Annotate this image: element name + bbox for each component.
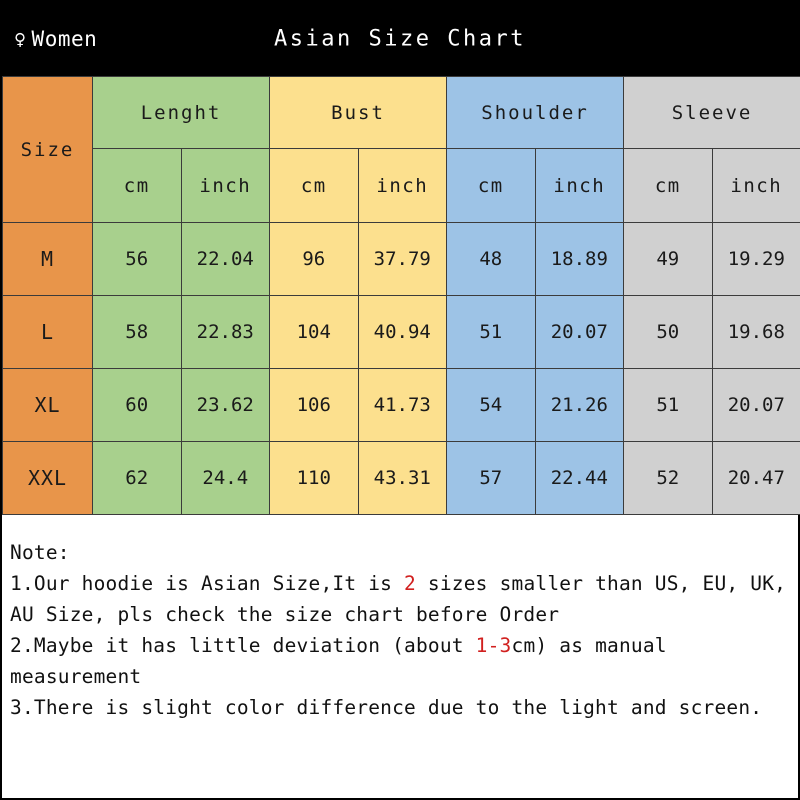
cell-shoulder-cm: 51 — [446, 295, 536, 369]
cell-sleeve-inch: 20.07 — [711, 368, 800, 442]
cell-sleeve-cm: 50 — [623, 295, 713, 369]
note-1-text-a: 1.Our hoodie is Asian Size,It is — [10, 572, 405, 595]
cell-sleeve-cm: 49 — [623, 222, 713, 296]
cell-lenght-inch: 23.62 — [180, 368, 271, 442]
column-header-size: Size — [2, 76, 93, 223]
unit-header-sleeve-inch: inch — [711, 148, 800, 223]
cell-sleeve-inch: 19.68 — [711, 295, 800, 369]
cell-shoulder-inch: 20.07 — [534, 295, 625, 369]
cell-shoulder-cm: 54 — [446, 368, 536, 442]
note-2-text-a: 2.Maybe it has little deviation (about — [10, 634, 476, 657]
row-size-label: M — [2, 222, 93, 296]
cell-sleeve-cm: 51 — [623, 368, 713, 442]
row-size-label: XL — [2, 368, 93, 442]
table-row: XL 60 23.62 106 41.73 54 21.26 51 20.07 — [2, 368, 800, 442]
cell-bust-cm: 104 — [269, 295, 359, 369]
cell-lenght-inch: 22.04 — [180, 222, 271, 296]
cell-shoulder-inch: 18.89 — [534, 222, 625, 296]
cell-lenght-cm: 58 — [92, 295, 182, 369]
chart-banner: ♀ Women Asian Size Chart — [2, 2, 798, 76]
size-table: Size Lenght Bust Shoulder Sleeve cm inch… — [2, 76, 800, 515]
column-group-lenght: Lenght — [91, 76, 271, 149]
cell-bust-inch: 41.73 — [357, 368, 448, 442]
unit-header-shoulder-inch: inch — [534, 148, 625, 223]
notes-section: Note: 1.Our hoodie is Asian Size,It is 2… — [2, 515, 798, 798]
table-row: L 58 22.83 104 40.94 51 20.07 50 19.68 — [2, 295, 800, 369]
cell-sleeve-cm: 52 — [623, 441, 713, 515]
cell-sleeve-inch: 19.29 — [711, 222, 800, 296]
column-group-bust: Bust — [269, 76, 448, 149]
cell-shoulder-cm: 57 — [446, 441, 536, 515]
note-item-2: 2.Maybe it has little deviation (about 1… — [10, 630, 790, 692]
note-heading: Note: — [10, 541, 70, 564]
note-item-3: 3.There is slight color difference due t… — [10, 696, 763, 719]
unit-header-lenght-inch: inch — [180, 148, 271, 223]
cell-lenght-cm: 62 — [92, 441, 182, 515]
cell-bust-inch: 43.31 — [357, 441, 448, 515]
cell-shoulder-inch: 22.44 — [534, 441, 625, 515]
unit-header-sleeve-cm: cm — [623, 148, 713, 223]
table-group-header-row: Size Lenght Bust Shoulder Sleeve — [2, 76, 800, 223]
cell-shoulder-inch: 21.26 — [534, 368, 625, 442]
cell-bust-cm: 96 — [269, 222, 359, 296]
unit-header-bust-cm: cm — [269, 148, 359, 223]
table-row: XXL 62 24.4 110 43.31 57 22.44 52 20.47 — [2, 441, 800, 515]
cell-lenght-inch: 22.83 — [180, 295, 271, 369]
note-1-highlight: 2 — [404, 572, 416, 595]
page-title: Asian Size Chart — [274, 26, 526, 52]
cell-lenght-cm: 56 — [92, 222, 182, 296]
cell-shoulder-cm: 48 — [446, 222, 536, 296]
cell-bust-inch: 37.79 — [357, 222, 448, 296]
table-unit-header-row: cm inch cm inch cm inch cm inch — [3, 148, 800, 223]
column-group-shoulder: Shoulder — [446, 76, 625, 149]
row-size-label: XXL — [2, 441, 93, 515]
table-row: M 56 22.04 96 37.79 48 18.89 49 19.29 — [2, 222, 800, 296]
cell-sleeve-inch: 20.47 — [711, 441, 800, 515]
cell-lenght-inch: 24.4 — [180, 441, 271, 515]
cell-lenght-cm: 60 — [92, 368, 182, 442]
note-item-1: 1.Our hoodie is Asian Size,It is 2 sizes… — [10, 568, 790, 630]
size-chart-container: ♀ Women Asian Size Chart Size Lenght Bus… — [0, 0, 800, 800]
column-group-sleeve: Sleeve — [623, 76, 800, 149]
unit-header-lenght-cm: cm — [92, 148, 182, 223]
unit-header-shoulder-cm: cm — [446, 148, 536, 223]
cell-bust-cm: 110 — [269, 441, 359, 515]
row-size-label: L — [2, 295, 93, 369]
cell-bust-inch: 40.94 — [357, 295, 448, 369]
unit-header-bust-inch: inch — [357, 148, 448, 223]
cell-bust-cm: 106 — [269, 368, 359, 442]
note-2-highlight: 1-3 — [475, 634, 512, 657]
